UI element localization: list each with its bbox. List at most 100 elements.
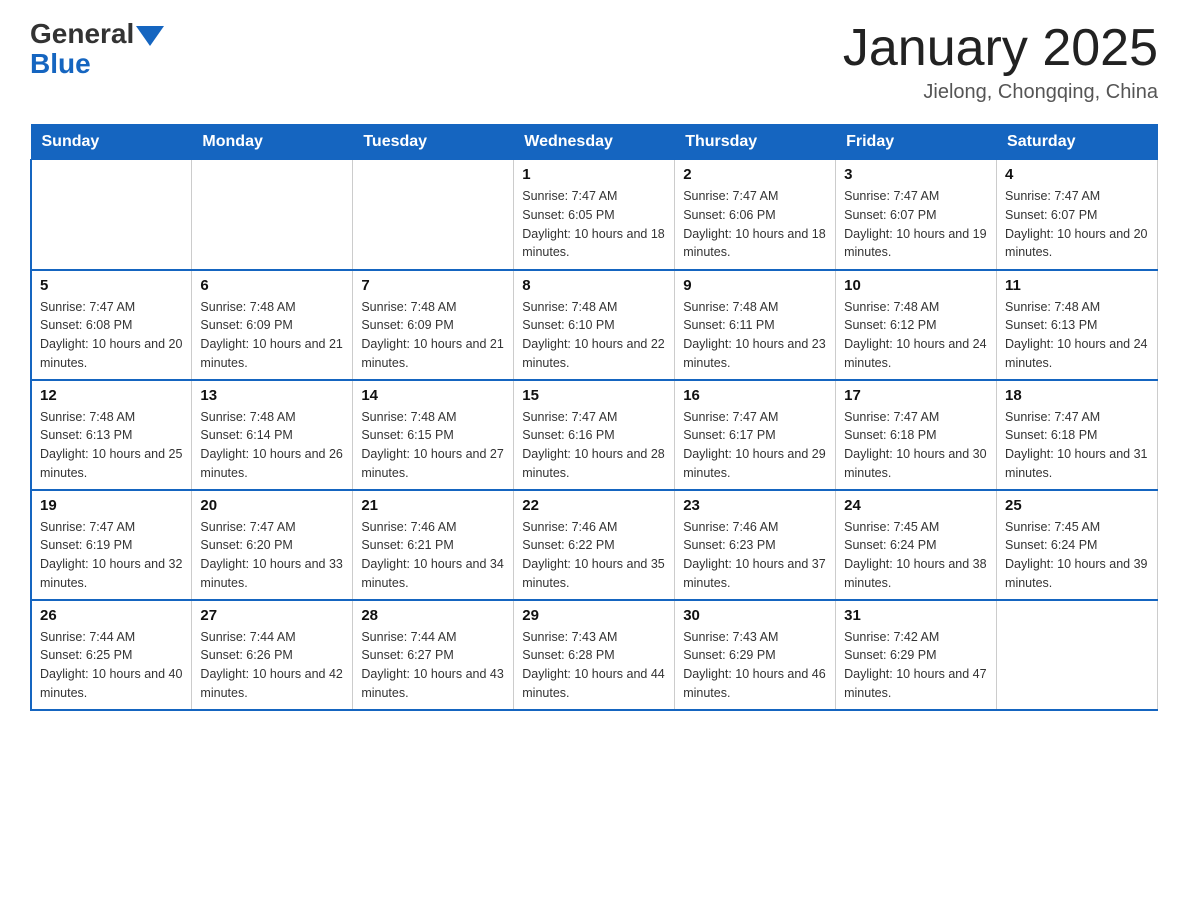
title-block: January 2025 Jielong, Chongqing, China (843, 20, 1158, 104)
day-number: 18 (1005, 387, 1149, 404)
day-number: 10 (844, 277, 988, 294)
day-info: Sunrise: 7:47 AM Sunset: 6:18 PM Dayligh… (844, 408, 988, 483)
calendar-cell (31, 160, 192, 270)
day-info: Sunrise: 7:45 AM Sunset: 6:24 PM Dayligh… (1005, 518, 1149, 593)
day-number: 23 (683, 497, 827, 514)
calendar-cell: 20 Sunrise: 7:47 AM Sunset: 6:20 PM Dayli… (192, 490, 353, 600)
logo-row: General (30, 20, 164, 48)
day-info: Sunrise: 7:48 AM Sunset: 6:09 PM Dayligh… (361, 298, 505, 373)
day-number: 31 (844, 607, 988, 624)
day-info: Sunrise: 7:48 AM Sunset: 6:13 PM Dayligh… (40, 408, 183, 483)
page-header: General Blue January 2025 Jielong, Chong… (30, 20, 1158, 104)
weekday-header-monday: Monday (192, 125, 353, 160)
calendar-cell: 24 Sunrise: 7:45 AM Sunset: 6:24 PM Dayli… (836, 490, 997, 600)
day-number: 11 (1005, 277, 1149, 294)
logo-blue-text: Blue (30, 48, 164, 80)
day-info: Sunrise: 7:45 AM Sunset: 6:24 PM Dayligh… (844, 518, 988, 593)
calendar-body: 1 Sunrise: 7:47 AM Sunset: 6:05 PM Daylig… (31, 160, 1158, 710)
weekday-header-row: SundayMondayTuesdayWednesdayThursdayFrid… (31, 125, 1158, 160)
calendar-week-row: 12 Sunrise: 7:48 AM Sunset: 6:13 PM Dayli… (31, 380, 1158, 490)
calendar-cell: 29 Sunrise: 7:43 AM Sunset: 6:28 PM Dayli… (514, 600, 675, 710)
logo-wrapper: General Blue (30, 20, 164, 80)
calendar-cell: 13 Sunrise: 7:48 AM Sunset: 6:14 PM Dayli… (192, 380, 353, 490)
weekday-header-saturday: Saturday (997, 125, 1158, 160)
day-number: 5 (40, 277, 183, 294)
weekday-header-tuesday: Tuesday (353, 125, 514, 160)
day-info: Sunrise: 7:47 AM Sunset: 6:19 PM Dayligh… (40, 518, 183, 593)
calendar-cell: 9 Sunrise: 7:48 AM Sunset: 6:11 PM Daylig… (675, 270, 836, 380)
day-info: Sunrise: 7:47 AM Sunset: 6:05 PM Dayligh… (522, 187, 666, 262)
day-info: Sunrise: 7:44 AM Sunset: 6:26 PM Dayligh… (200, 628, 344, 703)
calendar-cell: 11 Sunrise: 7:48 AM Sunset: 6:13 PM Dayli… (997, 270, 1158, 380)
calendar-cell: 8 Sunrise: 7:48 AM Sunset: 6:10 PM Daylig… (514, 270, 675, 380)
calendar-cell: 22 Sunrise: 7:46 AM Sunset: 6:22 PM Dayli… (514, 490, 675, 600)
day-info: Sunrise: 7:47 AM Sunset: 6:16 PM Dayligh… (522, 408, 666, 483)
day-info: Sunrise: 7:44 AM Sunset: 6:25 PM Dayligh… (40, 628, 183, 703)
calendar-cell: 15Sunrise: 7:47 AM Sunset: 6:16 PM Dayli… (514, 380, 675, 490)
calendar-cell: 19 Sunrise: 7:47 AM Sunset: 6:19 PM Dayli… (31, 490, 192, 600)
calendar-cell: 28Sunrise: 7:44 AM Sunset: 6:27 PM Dayli… (353, 600, 514, 710)
day-number: 21 (361, 497, 505, 514)
weekday-header-thursday: Thursday (675, 125, 836, 160)
day-number: 2 (683, 166, 827, 183)
day-number: 25 (1005, 497, 1149, 514)
day-number: 12 (40, 387, 183, 404)
day-number: 29 (522, 607, 666, 624)
day-info: Sunrise: 7:48 AM Sunset: 6:11 PM Dayligh… (683, 298, 827, 373)
day-info: Sunrise: 7:47 AM Sunset: 6:06 PM Dayligh… (683, 187, 827, 262)
calendar-cell: 2 Sunrise: 7:47 AM Sunset: 6:06 PM Daylig… (675, 160, 836, 270)
day-info: Sunrise: 7:48 AM Sunset: 6:12 PM Dayligh… (844, 298, 988, 373)
day-info: Sunrise: 7:46 AM Sunset: 6:21 PM Dayligh… (361, 518, 505, 593)
day-number: 17 (844, 387, 988, 404)
calendar-cell: 16Sunrise: 7:47 AM Sunset: 6:17 PM Dayli… (675, 380, 836, 490)
day-number: 9 (683, 277, 827, 294)
calendar-week-row: 26 Sunrise: 7:44 AM Sunset: 6:25 PM Dayli… (31, 600, 1158, 710)
calendar-cell (192, 160, 353, 270)
calendar-cell: 30Sunrise: 7:43 AM Sunset: 6:29 PM Dayli… (675, 600, 836, 710)
day-info: Sunrise: 7:42 AM Sunset: 6:29 PM Dayligh… (844, 628, 988, 703)
day-info: Sunrise: 7:48 AM Sunset: 6:09 PM Dayligh… (200, 298, 344, 373)
day-number: 6 (200, 277, 344, 294)
logo-general-text: General (30, 20, 134, 48)
calendar-cell: 7 Sunrise: 7:48 AM Sunset: 6:09 PM Daylig… (353, 270, 514, 380)
weekday-header-friday: Friday (836, 125, 997, 160)
calendar-cell: 6 Sunrise: 7:48 AM Sunset: 6:09 PM Daylig… (192, 270, 353, 380)
day-number: 24 (844, 497, 988, 514)
calendar-cell: 3Sunrise: 7:47 AM Sunset: 6:07 PM Daylig… (836, 160, 997, 270)
day-info: Sunrise: 7:48 AM Sunset: 6:10 PM Dayligh… (522, 298, 666, 373)
day-number: 13 (200, 387, 344, 404)
day-info: Sunrise: 7:43 AM Sunset: 6:28 PM Dayligh… (522, 628, 666, 703)
calendar-cell: 25 Sunrise: 7:45 AM Sunset: 6:24 PM Dayli… (997, 490, 1158, 600)
day-number: 14 (361, 387, 505, 404)
day-number: 4 (1005, 166, 1149, 183)
calendar-table: SundayMondayTuesdayWednesdayThursdayFrid… (30, 124, 1158, 711)
calendar-subtitle: Jielong, Chongqing, China (843, 81, 1158, 104)
calendar-cell: 31 Sunrise: 7:42 AM Sunset: 6:29 PM Dayli… (836, 600, 997, 710)
calendar-cell: 12 Sunrise: 7:48 AM Sunset: 6:13 PM Dayli… (31, 380, 192, 490)
calendar-week-row: 1 Sunrise: 7:47 AM Sunset: 6:05 PM Daylig… (31, 160, 1158, 270)
day-number: 8 (522, 277, 666, 294)
calendar-week-row: 19 Sunrise: 7:47 AM Sunset: 6:19 PM Dayli… (31, 490, 1158, 600)
day-info: Sunrise: 7:48 AM Sunset: 6:14 PM Dayligh… (200, 408, 344, 483)
day-number: 22 (522, 497, 666, 514)
day-number: 19 (40, 497, 183, 514)
calendar-cell: 26 Sunrise: 7:44 AM Sunset: 6:25 PM Dayli… (31, 600, 192, 710)
day-info: Sunrise: 7:44 AM Sunset: 6:27 PM Dayligh… (361, 628, 505, 703)
day-number: 7 (361, 277, 505, 294)
day-info: Sunrise: 7:48 AM Sunset: 6:13 PM Dayligh… (1005, 298, 1149, 373)
day-info: Sunrise: 7:47 AM Sunset: 6:20 PM Dayligh… (200, 518, 344, 593)
calendar-cell: 18Sunrise: 7:47 AM Sunset: 6:18 PM Dayli… (997, 380, 1158, 490)
calendar-cell: 10 Sunrise: 7:48 AM Sunset: 6:12 PM Dayli… (836, 270, 997, 380)
day-info: Sunrise: 7:46 AM Sunset: 6:22 PM Dayligh… (522, 518, 666, 593)
day-number: 20 (200, 497, 344, 514)
weekday-header-sunday: Sunday (31, 125, 192, 160)
day-number: 1 (522, 166, 666, 183)
calendar-cell: 1 Sunrise: 7:47 AM Sunset: 6:05 PM Daylig… (514, 160, 675, 270)
day-number: 26 (40, 607, 183, 624)
calendar-cell: 14Sunrise: 7:48 AM Sunset: 6:15 PM Dayli… (353, 380, 514, 490)
calendar-title: January 2025 (843, 20, 1158, 77)
logo: General Blue (30, 20, 164, 80)
calendar-cell: 23 Sunrise: 7:46 AM Sunset: 6:23 PM Dayli… (675, 490, 836, 600)
day-info: Sunrise: 7:46 AM Sunset: 6:23 PM Dayligh… (683, 518, 827, 593)
calendar-cell: 27Sunrise: 7:44 AM Sunset: 6:26 PM Dayli… (192, 600, 353, 710)
